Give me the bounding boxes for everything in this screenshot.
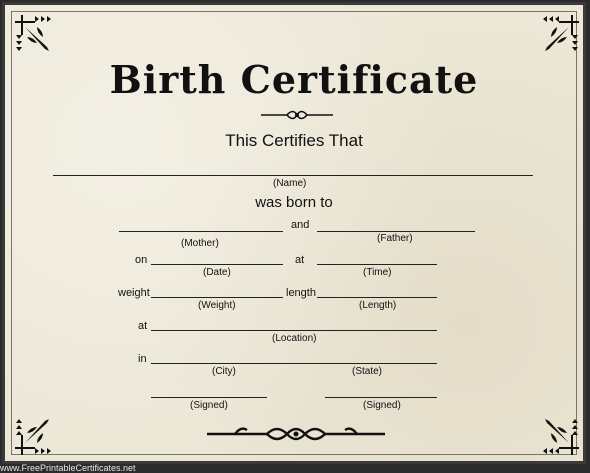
city-state-line bbox=[151, 363, 437, 364]
father-label: (Father) bbox=[377, 233, 413, 244]
corner-ornament-top-right-icon bbox=[543, 15, 579, 51]
subtitle: This Certifies That bbox=[225, 131, 363, 150]
corner-ornament-bottom-left-icon bbox=[15, 419, 51, 455]
and-text: and bbox=[291, 219, 310, 231]
bottom-flourish-icon bbox=[207, 427, 385, 441]
in-text: in bbox=[138, 353, 147, 365]
corner-ornament-top-left-icon bbox=[15, 15, 51, 51]
name-label: (Name) bbox=[273, 178, 307, 189]
at-location-text: at bbox=[138, 320, 148, 332]
time-line bbox=[317, 264, 437, 265]
father-line bbox=[317, 231, 475, 232]
certificate-title: Birth Certificate bbox=[109, 57, 479, 102]
state-label: (State) bbox=[352, 366, 383, 377]
weight-line bbox=[151, 297, 283, 298]
signed-label-right: (Signed) bbox=[363, 400, 401, 411]
weight-label: (Weight) bbox=[198, 300, 236, 311]
certificate: Birth Certificate This Certifies That (N… bbox=[2, 2, 586, 464]
length-text: length bbox=[286, 287, 316, 299]
date-line bbox=[151, 264, 283, 265]
time-label: (Time) bbox=[363, 267, 392, 278]
mother-label: (Mother) bbox=[181, 238, 219, 249]
signature-line-left bbox=[151, 397, 267, 398]
date-label: (Date) bbox=[203, 267, 231, 278]
corner-ornament-bottom-right-icon bbox=[543, 419, 579, 455]
weight-text: weight bbox=[118, 287, 150, 299]
born-text: was born to bbox=[255, 194, 333, 211]
length-label: (Length) bbox=[359, 300, 397, 311]
name-line bbox=[53, 175, 533, 176]
signed-label-left: (Signed) bbox=[190, 400, 228, 411]
page: Birth Certificate This Certifies That (N… bbox=[0, 0, 590, 473]
on-text: on bbox=[135, 254, 148, 266]
mother-line bbox=[119, 231, 283, 232]
length-line bbox=[317, 297, 437, 298]
location-line bbox=[151, 330, 437, 331]
signature-line-right bbox=[325, 397, 437, 398]
at-time-text: at bbox=[295, 254, 305, 266]
footer-watermark: www.FreePrintableCertificates.net bbox=[0, 463, 136, 473]
city-label: (City) bbox=[212, 366, 236, 377]
location-label: (Location) bbox=[272, 333, 317, 344]
title-flourish-icon bbox=[261, 110, 333, 120]
